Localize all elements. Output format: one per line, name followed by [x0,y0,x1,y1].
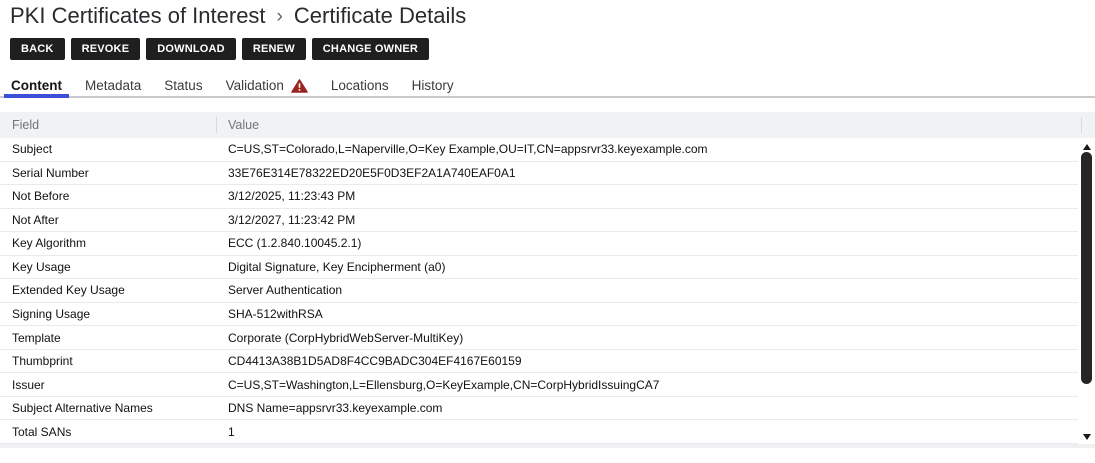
renew-button[interactable]: RENEW [242,38,306,60]
value-cell: 1 [216,425,1078,439]
table-row: Thumbprint CD4413A38B1D5AD8F4CC9BADC304E… [0,350,1078,374]
table-row: Key Usage Digital Signature, Key Enciphe… [0,256,1078,280]
action-toolbar: BACK REVOKEDOWNLOAD RENEW CHANGE OWNER [10,38,1095,60]
back-button[interactable]: BACK [10,38,65,60]
tab-content[interactable]: Content [10,78,63,96]
tab-label: Status [164,78,202,93]
table-body: Subject C=US,ST=Colorado,L=Naperville,O=… [0,138,1095,444]
tab-metadata[interactable]: Metadata [84,78,142,96]
value-cell: 33E76E314E78322ED20E5F0D3EF2A1A740EAF0A1 [216,166,1078,180]
table-row: Signing Usage SHA-512withRSA [0,303,1078,327]
tab-locations[interactable]: Locations [330,78,390,96]
vertical-scrollbar[interactable] [1080,138,1094,444]
column-header-field: Field [0,117,216,133]
field-cell: Key Algorithm [0,236,216,250]
table-header-end-divider [1081,117,1095,133]
value-cell: Server Authentication [216,283,1078,297]
tab-bar: Content Metadata Status Va [0,78,1095,98]
field-cell: Not After [0,213,216,227]
field-cell: Signing Usage [0,307,216,321]
scrollbar-thumb[interactable] [1081,152,1092,384]
download-button[interactable]: DOWNLOAD [146,38,236,60]
field-cell: Template [0,331,216,345]
table-row: Subject C=US,ST=Colorado,L=Naperville,O=… [0,138,1078,162]
tab-history[interactable]: History [411,78,455,96]
tab-validation[interactable]: Validation [225,78,309,96]
field-cell: Serial Number [0,166,216,180]
value-cell: 3/12/2027, 11:23:42 PM [216,213,1078,227]
field-cell: Extended Key Usage [0,283,216,297]
value-cell: CD4413A38B1D5AD8F4CC9BADC304EF4167E60159 [216,354,1078,368]
breadcrumb-chevron-icon: › [277,4,283,28]
table-header-row: Field Value [0,112,1095,138]
tab-status[interactable]: Status [163,78,203,96]
value-cell: Digital Signature, Key Encipherment (a0) [216,260,1078,274]
table-row: Total SANs 1 [0,420,1078,444]
field-cell: Subject [0,142,216,156]
table-row: Serial Number 33E76E314E78322ED20E5F0D3E… [0,162,1078,186]
field-cell: Total SANs [0,425,216,439]
field-cell: Not Before [0,189,216,203]
scrollbar-up-arrow-icon[interactable] [1083,144,1091,150]
value-cell: C=US,ST=Colorado,L=Naperville,O=Key Exam… [216,142,1078,156]
field-cell: Subject Alternative Names [0,401,216,415]
table-row: Template Corporate (CorpHybridWebServer-… [0,326,1078,350]
table-row: Key Algorithm ECC (1.2.840.10045.2.1) [0,232,1078,256]
table-row: Subject Alternative Names DNS Name=appsr… [0,397,1078,421]
table-row: Extended Key Usage Server Authentication [0,279,1078,303]
breadcrumb: PKI Certificates of Interest › Certifica… [10,3,1095,29]
page-title: Certificate Details [294,3,466,29]
tab-label: Metadata [85,78,141,93]
column-header-value: Value [216,117,1081,133]
field-cell: Thumbprint [0,354,216,368]
value-cell: 3/12/2025, 11:23:43 PM [216,189,1078,203]
tab-label: History [412,78,454,93]
field-cell: Key Usage [0,260,216,274]
table-row: Issuer C=US,ST=Washington,L=Ellensburg,O… [0,373,1078,397]
value-cell: ECC (1.2.840.10045.2.1) [216,236,1078,250]
breadcrumb-parent[interactable]: PKI Certificates of Interest [10,3,266,29]
scrollbar-down-arrow-icon[interactable] [1083,434,1091,440]
table-row: Not Before 3/12/2025, 11:23:43 PM [0,185,1078,209]
table-row: Not After 3/12/2027, 11:23:42 PM [0,209,1078,233]
value-cell: Corporate (CorpHybridWebServer-MultiKey) [216,331,1078,345]
revoke-button[interactable]: REVOKE [71,38,141,60]
value-cell: DNS Name=appsrvr33.keyexample.com [216,401,1078,415]
table-bottom-strip [0,444,1095,448]
warning-triangle-icon [291,79,308,96]
certificate-details-table: Field Value Subject C=US,ST=Colorado,L=N… [0,112,1095,448]
tab-label: Locations [331,78,389,93]
value-cell: SHA-512withRSA [216,307,1078,321]
tab-label: Content [11,78,62,93]
value-cell: C=US,ST=Washington,L=Ellensburg,O=KeyExa… [216,378,1078,392]
change-owner-button[interactable]: CHANGE OWNER [312,38,429,60]
tab-label: Validation [226,78,284,93]
field-cell: Issuer [0,378,216,392]
